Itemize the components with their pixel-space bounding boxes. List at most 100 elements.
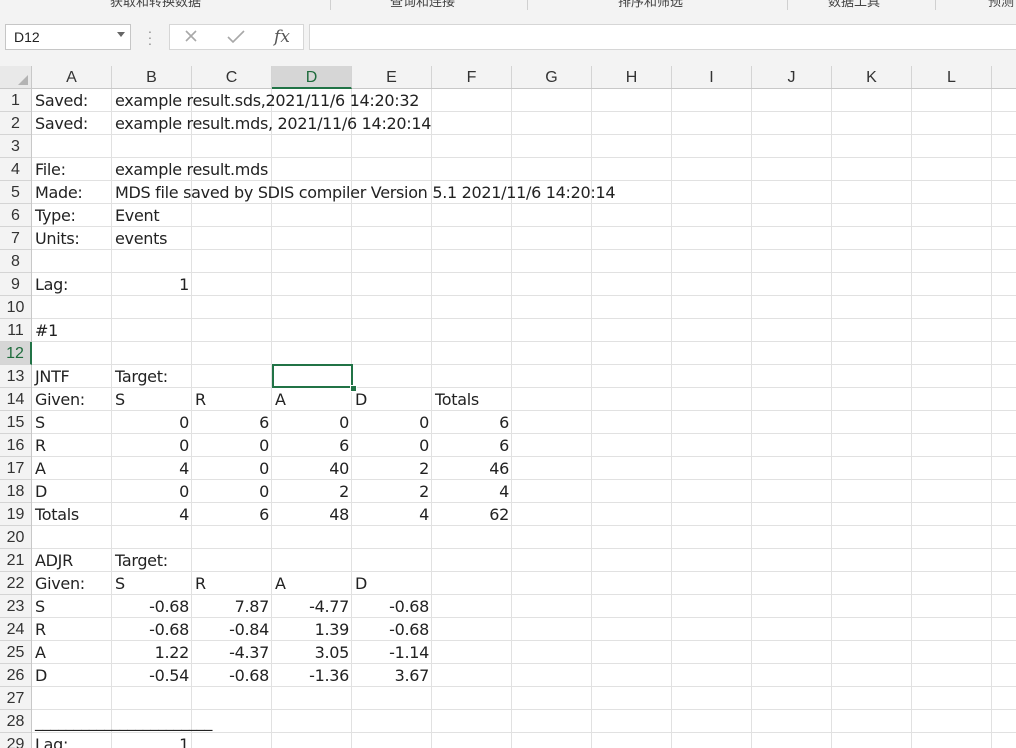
cell-area[interactable]: Saved: example result.sds,2021/11/6 14:20… xyxy=(32,89,1016,748)
row-header-12[interactable]: 12 xyxy=(0,342,32,365)
cell-e24[interactable]: -0.68 xyxy=(352,618,432,641)
cell-a26[interactable]: D xyxy=(32,664,50,687)
cell-d17[interactable]: 40 xyxy=(272,457,352,480)
cell-f18[interactable]: 4 xyxy=(432,480,512,503)
cell-f14[interactable]: Totals xyxy=(432,388,482,411)
row-header-11[interactable]: 11 xyxy=(0,319,31,342)
cell-c14[interactable]: R xyxy=(192,388,209,411)
row-header-1[interactable]: 1 xyxy=(0,89,31,112)
cell-e19[interactable]: 4 xyxy=(352,503,432,526)
cell-b6[interactable]: Event xyxy=(112,204,162,227)
row-header-15[interactable]: 15 xyxy=(0,411,31,434)
cell-b21[interactable]: Target: xyxy=(112,549,171,572)
cell-a7[interactable]: Units: xyxy=(32,227,83,250)
row-header-5[interactable]: 5 xyxy=(0,181,31,204)
cell-a2[interactable]: Saved: xyxy=(32,112,91,135)
cell-a14[interactable]: Given: xyxy=(32,388,88,411)
row-header-14[interactable]: 14 xyxy=(0,388,31,411)
row-header-8[interactable]: 8 xyxy=(0,250,31,273)
cell-f16[interactable]: 6 xyxy=(432,434,512,457)
cell-c17[interactable]: 0 xyxy=(192,457,272,480)
cell-c24[interactable]: -0.84 xyxy=(192,618,272,641)
row-header-13[interactable]: 13 xyxy=(0,365,31,388)
cell-c19[interactable]: 6 xyxy=(192,503,272,526)
row-header-10[interactable]: 10 xyxy=(0,296,31,319)
cell-e26[interactable]: 3.67 xyxy=(352,664,432,687)
function-icon[interactable]: fx xyxy=(264,25,300,49)
row-header-9[interactable]: 9 xyxy=(0,273,31,296)
cell-e22[interactable]: D xyxy=(352,572,370,595)
row-header-24[interactable]: 24 xyxy=(0,618,31,641)
cell-b14[interactable]: S xyxy=(112,388,128,411)
close-icon[interactable] xyxy=(174,25,210,49)
cell-c26[interactable]: -0.68 xyxy=(192,664,272,687)
cell-b2[interactable]: example result.mds, 2021/11/6 14:20:14 xyxy=(112,112,434,135)
column-header-b[interactable]: B xyxy=(112,66,192,88)
cell-c18[interactable]: 0 xyxy=(192,480,272,503)
cell-b16[interactable]: 0 xyxy=(112,434,192,457)
cell-b17[interactable]: 4 xyxy=(112,457,192,480)
cell-d15[interactable]: 0 xyxy=(272,411,352,434)
cell-b1[interactable]: example result.sds,2021/11/6 14:20:32 xyxy=(112,89,422,112)
cell-a4[interactable]: File: xyxy=(32,158,69,181)
cell-d18[interactable]: 2 xyxy=(272,480,352,503)
column-header-g[interactable]: G xyxy=(512,66,592,88)
cell-e15[interactable]: 0 xyxy=(352,411,432,434)
column-header-i[interactable]: I xyxy=(672,66,752,88)
column-header-k[interactable]: K xyxy=(832,66,912,88)
cell-a16[interactable]: R xyxy=(32,434,49,457)
column-header-a[interactable]: A xyxy=(32,66,112,88)
row-header-16[interactable]: 16 xyxy=(0,434,31,457)
more-options-icon[interactable]: · · · xyxy=(145,24,155,50)
cell-c22[interactable]: R xyxy=(192,572,209,595)
cell-b7[interactable]: events xyxy=(112,227,170,250)
cell-e14[interactable]: D xyxy=(352,388,370,411)
row-header-20[interactable]: 20 xyxy=(0,526,31,549)
check-icon[interactable] xyxy=(218,25,254,49)
row-header-21[interactable]: 21 xyxy=(0,549,31,572)
cell-b9[interactable]: 1 xyxy=(112,273,192,296)
cell-c23[interactable]: 7.87 xyxy=(192,595,272,618)
cell-d24[interactable]: 1.39 xyxy=(272,618,352,641)
cell-b4[interactable]: example result.mds xyxy=(112,158,271,181)
cell-b18[interactable]: 0 xyxy=(112,480,192,503)
cell-c16[interactable]: 0 xyxy=(192,434,272,457)
chevron-down-icon[interactable] xyxy=(117,32,125,37)
cell-d22[interactable]: A xyxy=(272,572,289,595)
cell-e18[interactable]: 2 xyxy=(352,480,432,503)
cell-b19[interactable]: 4 xyxy=(112,503,192,526)
select-all-button[interactable] xyxy=(0,66,32,89)
cell-a11[interactable]: #1 xyxy=(32,319,61,342)
cell-e16[interactable]: 0 xyxy=(352,434,432,457)
cell-a29[interactable]: Lag: xyxy=(32,733,71,748)
column-header-e[interactable]: E xyxy=(352,66,432,88)
cell-a25[interactable]: A xyxy=(32,641,49,664)
cell-a15[interactable]: S xyxy=(32,411,48,434)
cell-a28[interactable]: _______________________ xyxy=(32,710,215,733)
row-header-22[interactable]: 22 xyxy=(0,572,31,595)
row-header-26[interactable]: 26 xyxy=(0,664,31,687)
cell-f17[interactable]: 46 xyxy=(432,457,512,480)
row-header-3[interactable]: 3 xyxy=(0,135,31,158)
cell-a23[interactable]: S xyxy=(32,595,48,618)
cell-b29[interactable]: 1 xyxy=(112,733,192,748)
column-header-h[interactable]: H xyxy=(592,66,672,88)
cell-a19[interactable]: Totals xyxy=(32,503,82,526)
row-header-23[interactable]: 23 xyxy=(0,595,31,618)
cell-d26[interactable]: -1.36 xyxy=(272,664,352,687)
cell-c15[interactable]: 6 xyxy=(192,411,272,434)
cell-b23[interactable]: -0.68 xyxy=(112,595,192,618)
cell-e25[interactable]: -1.14 xyxy=(352,641,432,664)
cell-a21[interactable]: ADJR xyxy=(32,549,76,572)
cell-b26[interactable]: -0.54 xyxy=(112,664,192,687)
cell-b24[interactable]: -0.68 xyxy=(112,618,192,641)
cell-a24[interactable]: R xyxy=(32,618,49,641)
cell-a1[interactable]: Saved: xyxy=(32,89,91,112)
column-header-d[interactable]: D xyxy=(272,66,352,89)
cell-d19[interactable]: 48 xyxy=(272,503,352,526)
cell-a5[interactable]: Made: xyxy=(32,181,86,204)
column-header-c[interactable]: C xyxy=(192,66,272,88)
cell-e23[interactable]: -0.68 xyxy=(352,595,432,618)
row-header-28[interactable]: 28 xyxy=(0,710,31,733)
cell-c25[interactable]: -4.37 xyxy=(192,641,272,664)
